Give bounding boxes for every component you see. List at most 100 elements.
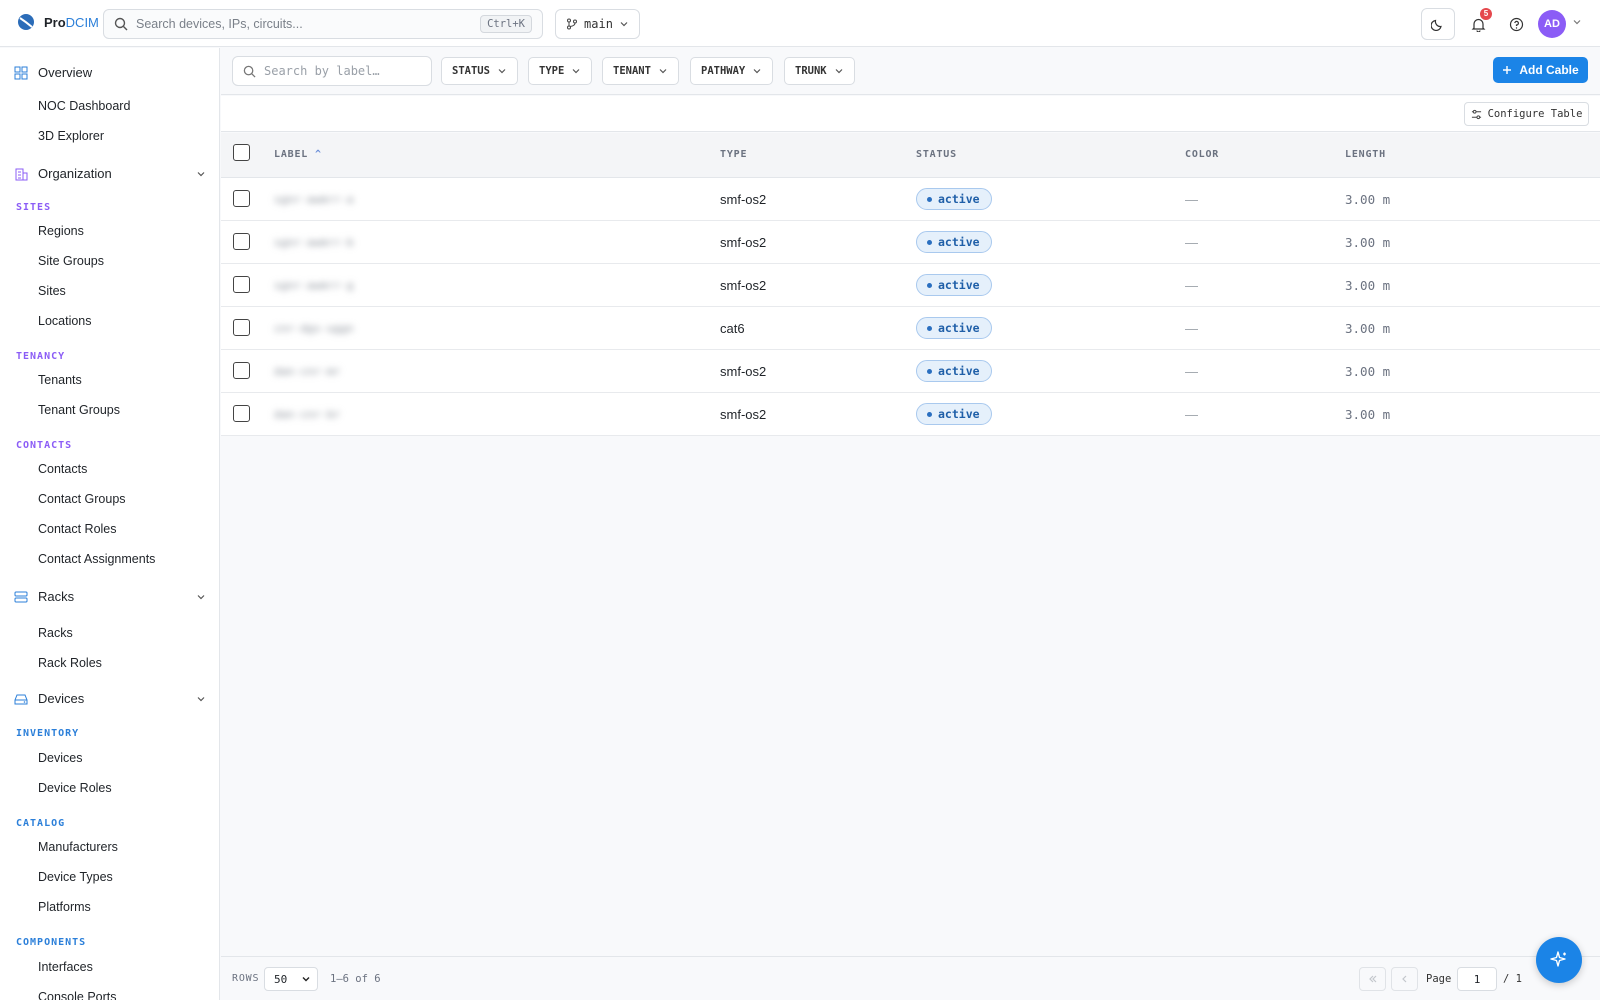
sidebar-item-contacts[interactable]: Contacts — [38, 462, 87, 476]
table-row[interactable]: sgnr-awmrr-a smf-os2 active — 3.00 m — [221, 178, 1600, 221]
row-checkbox[interactable] — [233, 362, 250, 379]
table-header: LABEL ^ TYPE STATUS COLOR LENGTH — [221, 133, 1600, 178]
filter-pathway[interactable]: PATHWAY — [690, 57, 774, 85]
row-checkbox[interactable] — [233, 319, 250, 336]
column-header-length[interactable]: LENGTH — [1345, 149, 1386, 160]
sidebar-group-racks[interactable]: Racks — [14, 589, 206, 604]
sidebar-item-platforms[interactable]: Platforms — [38, 900, 91, 914]
top-bar: ProDCIM Search devices, IPs, circuits...… — [0, 0, 1600, 47]
cable-label[interactable]: sgnr-awmrr-a — [274, 193, 353, 206]
app-logo[interactable]: ProDCIM — [16, 12, 99, 32]
sidebar-item-regions[interactable]: Regions — [38, 224, 84, 238]
sidebar-item-interfaces[interactable]: Interfaces — [38, 960, 93, 974]
sidebar-item-manufacturers[interactable]: Manufacturers — [38, 840, 118, 854]
status-dot-icon — [927, 239, 932, 245]
branch-name: main — [584, 17, 613, 31]
sidebar-group-label: Overview — [38, 65, 93, 80]
filter-type[interactable]: TYPE — [528, 57, 593, 85]
sidebar-item-racks[interactable]: Racks — [38, 626, 73, 640]
theme-toggle-button[interactable] — [1421, 8, 1455, 40]
sidebar-item-site-groups[interactable]: Site Groups — [38, 254, 104, 268]
sidebar-item-3d-explorer[interactable]: 3D Explorer — [38, 129, 104, 143]
status-text: active — [938, 235, 980, 249]
sidebar-group-organization[interactable]: Organization — [14, 166, 206, 181]
sparkle-icon — [1550, 951, 1566, 967]
help-button[interactable] — [1504, 12, 1528, 36]
ai-assistant-button[interactable] — [1536, 937, 1582, 983]
sidebar-item-contact-assignments[interactable]: Contact Assignments — [38, 552, 155, 566]
cable-label[interactable]: cnr-dgs-uggn — [274, 322, 353, 335]
cable-length: 3.00 m — [1345, 321, 1391, 336]
rows-per-page-value: 50 — [274, 972, 288, 986]
sidebar-group-label: Devices — [38, 691, 85, 706]
configure-table-button[interactable]: Configure Table — [1464, 102, 1589, 126]
cable-length: 3.00 m — [1345, 364, 1391, 379]
cable-label[interactable]: sgnr-awmrr-b — [274, 236, 353, 249]
column-header-color[interactable]: COLOR — [1185, 149, 1219, 160]
cable-label[interactable]: sgnr-awmrr-g — [274, 279, 353, 292]
table-row[interactable]: dan-cnr-mr smf-os2 active — 3.00 m — [221, 350, 1600, 393]
chevrons-left-icon — [1368, 975, 1376, 983]
filter-tenant[interactable]: TENANT — [602, 57, 679, 85]
user-avatar[interactable]: AD — [1538, 10, 1566, 38]
status-badge: active — [916, 360, 992, 382]
row-checkbox[interactable] — [233, 190, 250, 207]
sidebar-item-noc-dashboard[interactable]: NOC Dashboard — [38, 99, 130, 113]
cable-label[interactable]: dan-cnr-br — [274, 408, 340, 421]
sidebar-group-devices[interactable]: Devices — [14, 691, 206, 706]
table-row[interactable]: sgnr-awmrr-b smf-os2 active — 3.00 m — [221, 221, 1600, 264]
column-header-label[interactable]: LABEL ^ — [274, 149, 322, 160]
row-checkbox[interactable] — [233, 405, 250, 422]
select-all-checkbox[interactable] — [233, 144, 250, 161]
label-search-input[interactable]: Search by label… — [232, 56, 432, 86]
sidebar-item-devices[interactable]: Devices — [38, 751, 82, 765]
row-checkbox[interactable] — [233, 233, 250, 250]
table-options-bar: Configure Table — [221, 96, 1600, 132]
status-badge: active — [916, 274, 992, 296]
table-row[interactable]: sgnr-awmrr-g smf-os2 active — 3.00 m — [221, 264, 1600, 307]
chevron-down-icon[interactable] — [1572, 17, 1582, 27]
rows-per-page-select[interactable]: 50 — [264, 967, 318, 991]
status-dot-icon — [927, 282, 932, 288]
plus-icon — [1503, 66, 1512, 74]
sidebar-item-locations[interactable]: Locations — [38, 314, 92, 328]
add-cable-button[interactable]: Add Cable — [1493, 57, 1588, 83]
sidebar-item-device-types[interactable]: Device Types — [38, 870, 113, 884]
global-search-input[interactable]: Search devices, IPs, circuits... Ctrl+K — [103, 9, 543, 39]
sidebar-group-overview[interactable]: Overview — [14, 65, 206, 80]
sidebar-item-device-roles[interactable]: Device Roles — [38, 781, 112, 795]
sidebar-item-contact-roles[interactable]: Contact Roles — [38, 522, 117, 536]
column-header-label-text: LABEL — [274, 149, 309, 160]
status-text: active — [938, 321, 980, 335]
branch-selector[interactable]: main — [555, 9, 640, 39]
sidebar-item-tenant-groups[interactable]: Tenant Groups — [38, 403, 120, 417]
sidebar-item-contact-groups[interactable]: Contact Groups — [38, 492, 126, 506]
filter-status[interactable]: STATUS — [441, 57, 518, 85]
sidebar-item-rack-roles[interactable]: Rack Roles — [38, 656, 102, 670]
cable-color: — — [1185, 235, 1198, 250]
sidebar-item-console-ports[interactable]: Console Ports — [38, 990, 117, 1000]
status-badge: active — [916, 231, 992, 253]
app-name-dcim: DCIM — [65, 14, 99, 30]
status-dot-icon — [927, 368, 932, 374]
cable-color: — — [1185, 321, 1198, 336]
sidebar-section-contacts: CONTACTS — [16, 440, 73, 451]
status-dot-icon — [927, 196, 932, 202]
table-row[interactable]: dan-cnr-br smf-os2 active — 3.00 m — [221, 393, 1600, 436]
search-shortcut-hint: Ctrl+K — [480, 15, 532, 33]
status-text: active — [938, 278, 980, 292]
page-number-input[interactable]: 1 — [1457, 967, 1497, 991]
previous-page-button[interactable] — [1391, 967, 1418, 991]
sidebar-item-sites[interactable]: Sites — [38, 284, 66, 298]
status-text: active — [938, 364, 980, 378]
git-branch-icon — [567, 18, 578, 30]
column-header-type[interactable]: TYPE — [720, 149, 747, 160]
column-header-status[interactable]: STATUS — [916, 149, 957, 160]
sidebar-item-tenants[interactable]: Tenants — [38, 373, 82, 387]
first-page-button[interactable] — [1359, 967, 1386, 991]
row-checkbox[interactable] — [233, 276, 250, 293]
table-row[interactable]: cnr-dgs-uggn cat6 active — 3.00 m — [221, 307, 1600, 350]
filter-trunk[interactable]: TRUNK — [784, 57, 855, 85]
notifications-button[interactable]: 5 — [1466, 8, 1492, 36]
cable-label[interactable]: dan-cnr-mr — [274, 365, 340, 378]
